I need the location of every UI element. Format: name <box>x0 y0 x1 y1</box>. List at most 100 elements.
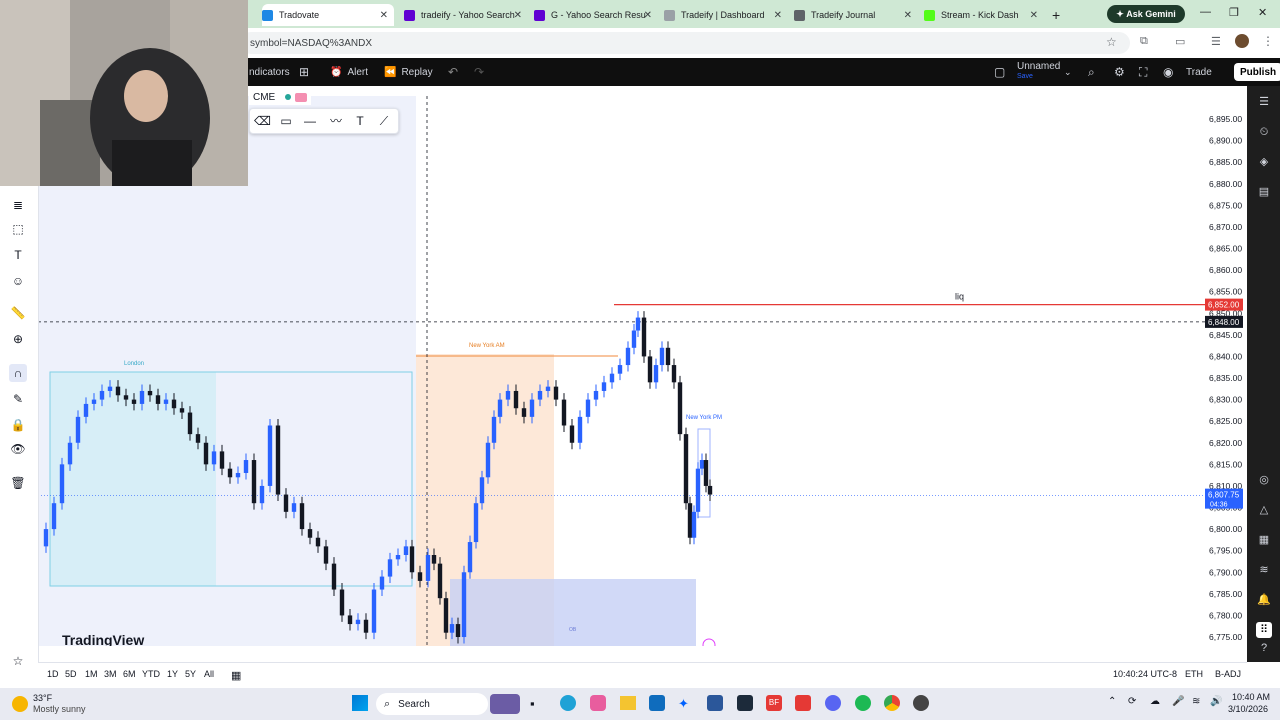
camera-icon[interactable]: ◉ <box>1163 58 1173 86</box>
trend-line-icon[interactable]: ⟋ <box>376 113 392 129</box>
brush-icon[interactable]: 〰 <box>328 113 344 129</box>
maximize-icon[interactable]: ❐ <box>1229 6 1239 19</box>
chrome-icon[interactable] <box>884 695 900 711</box>
close-icon[interactable]: ✕ <box>380 10 388 21</box>
menu-dots-icon[interactable]: ⋮ <box>1262 34 1274 48</box>
tab-kick[interactable]: Stream - Kick Dash ✕ <box>924 4 1044 26</box>
volume-icon[interactable]: 🔊 <box>1210 696 1222 707</box>
mic-icon[interactable]: 🎤 <box>1172 696 1184 707</box>
target-icon[interactable]: ◎ <box>1256 472 1272 488</box>
outlook-icon[interactable] <box>707 695 723 711</box>
adjustment-toggle[interactable]: B-ADJ <box>1215 669 1241 679</box>
fib-tool-icon[interactable]: ≣ <box>9 196 27 214</box>
lightning-icon[interactable] <box>702 638 716 646</box>
pencil-lock-icon[interactable]: ✎ <box>9 390 27 408</box>
range-6m[interactable]: 6M <box>123 669 136 679</box>
undo-icon[interactable]: ↶ <box>448 58 458 86</box>
replay-button[interactable]: ⏪ Replay <box>384 58 433 86</box>
weather-sun-icon[interactable] <box>12 696 28 712</box>
tab-tradeify-journal[interactable]: Tradeify Journal ✕ <box>794 4 918 26</box>
weather-desc[interactable]: Mostly sunny <box>33 704 86 714</box>
profile-avatar[interactable] <box>1235 34 1249 48</box>
watchlist-icon[interactable]: ☰ <box>1256 94 1272 110</box>
taskbar-time[interactable]: 10:40 AM <box>1232 692 1270 702</box>
ruler-icon[interactable]: 📏 <box>9 304 27 322</box>
redo-icon[interactable]: ↷ <box>474 58 484 86</box>
close-icon[interactable]: ✕ <box>644 10 652 21</box>
range-1m[interactable]: 1M <box>85 669 98 679</box>
calendar-icon[interactable]: ▦ <box>1256 532 1272 548</box>
eye-icon[interactable]: 👁 <box>9 440 27 458</box>
tray-app-icon[interactable]: ⟳ <box>1128 696 1136 707</box>
url-field[interactable]: symbol=NASDAQ%3ANDX <box>240 32 1130 54</box>
text-tool-icon[interactable]: T <box>352 113 368 129</box>
templates-grid-icon[interactable]: ⊞ <box>299 58 309 86</box>
tab-yahoo-tradeify[interactable]: tradeify - Yahoo Search ✕ <box>404 4 528 26</box>
range-3m[interactable]: 3M <box>104 669 117 679</box>
range-5d[interactable]: 5D <box>65 669 77 679</box>
session-toggle[interactable]: ETH <box>1185 669 1203 679</box>
range-1d[interactable]: 1D <box>47 669 59 679</box>
indicators-button[interactable]: ndicators <box>249 58 290 86</box>
fullscreen-icon[interactable]: ⛶ <box>1139 58 1147 86</box>
alerts-clock-icon[interactable]: ⏲ <box>1256 124 1272 140</box>
ask-gemini-button[interactable]: ✦ Ask Gemini <box>1107 5 1185 23</box>
publish-button[interactable]: Publish <box>1234 63 1280 81</box>
bf-app-icon[interactable]: BF <box>766 695 782 711</box>
cloud-icon[interactable]: ☁ <box>1150 696 1160 707</box>
range-1y[interactable]: 1Y <box>167 669 178 679</box>
goto-date-icon[interactable]: ▦ <box>231 669 241 682</box>
pattern-tool-icon[interactable]: ⬚ <box>9 220 27 238</box>
weather-temp[interactable]: 33°F <box>33 693 52 703</box>
minimize-icon[interactable]: — <box>1200 6 1211 18</box>
obs-icon[interactable] <box>913 695 929 711</box>
line-icon[interactable]: ― <box>302 113 318 129</box>
lock-icon[interactable]: 🔒 <box>9 416 27 434</box>
ideas-icon[interactable]: △ <box>1256 502 1272 518</box>
close-icon[interactable]: ✕ <box>774 10 782 21</box>
tray-chevron-up-icon[interactable]: ⌃ <box>1108 696 1116 707</box>
window-close-icon[interactable]: ✕ <box>1258 6 1267 19</box>
windows-start-icon[interactable] <box>352 695 368 711</box>
close-icon[interactable]: ✕ <box>904 10 912 21</box>
dropbox-icon[interactable]: ✦ <box>678 696 689 712</box>
file-explorer-icon[interactable] <box>620 696 636 710</box>
app-icon[interactable] <box>737 695 753 711</box>
rectangle-icon[interactable]: ▭ <box>278 113 294 129</box>
spotify-icon[interactable] <box>855 695 871 711</box>
taskbar-search[interactable]: ⌕ Search <box>376 693 488 715</box>
close-icon[interactable]: ✕ <box>1030 10 1038 21</box>
edge-icon[interactable] <box>560 695 576 711</box>
eraser-icon[interactable]: ⌫ <box>254 113 271 129</box>
reading-list-icon[interactable]: ☰ <box>1211 35 1221 48</box>
settings-gear-icon[interactable]: ⚙ <box>1114 58 1125 86</box>
quick-search-icon[interactable]: ⌕ <box>1088 58 1095 86</box>
tab-tradeify-dashboard[interactable]: Tradeify | Dashboard ✕ <box>664 4 788 26</box>
trash-icon[interactable]: 🗑 <box>9 474 27 492</box>
wifi-icon[interactable]: ≋ <box>1192 696 1200 707</box>
layout-square-icon[interactable]: ▢ <box>994 58 1005 86</box>
task-view-icon[interactable]: ▪ <box>530 696 535 711</box>
chevron-down-icon[interactable]: ⌄ <box>1064 58 1072 86</box>
store-icon[interactable] <box>649 695 665 711</box>
taskbar-date[interactable]: 3/10/2026 <box>1228 704 1268 714</box>
range-5y[interactable]: 5Y <box>185 669 196 679</box>
tab-yahoo-g[interactable]: G - Yahoo Search Resu ✕ <box>534 4 658 26</box>
alert-button[interactable]: ⏰ Alert <box>330 58 368 86</box>
symbol-legend[interactable]: CME <box>249 89 312 105</box>
red-app-icon[interactable] <box>795 695 811 711</box>
text-tool-icon[interactable]: T <box>9 246 27 264</box>
zoom-in-icon[interactable]: ⊕ <box>9 330 27 348</box>
streams-icon[interactable]: ≋ <box>1256 562 1272 578</box>
range-ytd[interactable]: YTD <box>142 669 160 679</box>
emoji-icon[interactable]: ☺ <box>9 272 27 290</box>
help-icon[interactable]: ? <box>1256 640 1272 656</box>
apps-grid-icon[interactable]: ⠿ <box>1256 622 1272 638</box>
favorites-star-icon[interactable]: ☆ <box>9 652 27 670</box>
close-icon[interactable]: ✕ <box>514 10 522 21</box>
extensions-icon[interactable]: ⧉ <box>1140 35 1148 48</box>
layers-icon[interactable]: ◈ <box>1256 154 1272 170</box>
discord-icon[interactable] <box>825 695 841 711</box>
tab-tradovate[interactable]: Tradovate ✕ <box>262 4 394 26</box>
chat-icon[interactable]: ▤ <box>1256 184 1272 200</box>
